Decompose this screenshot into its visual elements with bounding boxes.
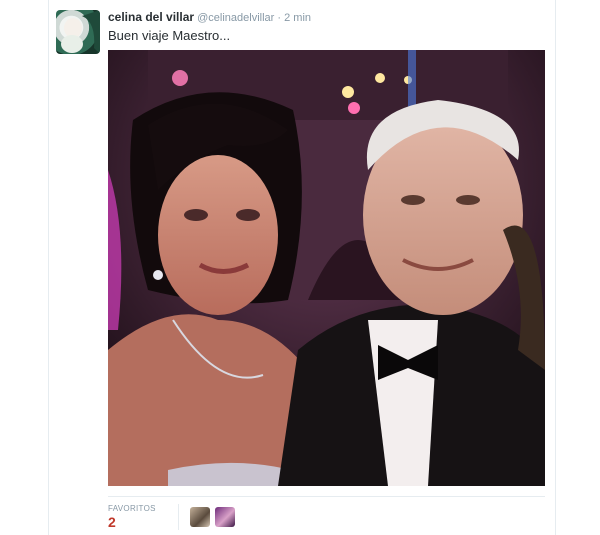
stats-separator	[178, 504, 179, 530]
tweet-timestamp[interactable]: 2 min	[284, 12, 311, 24]
favoriter-avatar[interactable]	[190, 507, 210, 527]
user-avatar[interactable]	[56, 10, 100, 54]
tweet-header: celina del villar @celinadelvillar · 2 m…	[108, 10, 311, 24]
favoriter-avatar[interactable]	[215, 507, 235, 527]
favorites-count[interactable]: 2	[108, 514, 116, 530]
tweet-photo[interactable]	[108, 50, 545, 486]
photo-icon	[108, 50, 545, 486]
stats-divider	[108, 496, 545, 497]
user-handle[interactable]: @celinadelvillar	[197, 12, 274, 24]
tweet-text: Buen viaje Maestro...	[108, 28, 231, 43]
meta-separator: ·	[277, 12, 282, 24]
avatar-image	[61, 10, 100, 54]
favorites-label: FAVORITOS	[108, 504, 156, 513]
display-name[interactable]: celina del villar	[108, 10, 194, 24]
